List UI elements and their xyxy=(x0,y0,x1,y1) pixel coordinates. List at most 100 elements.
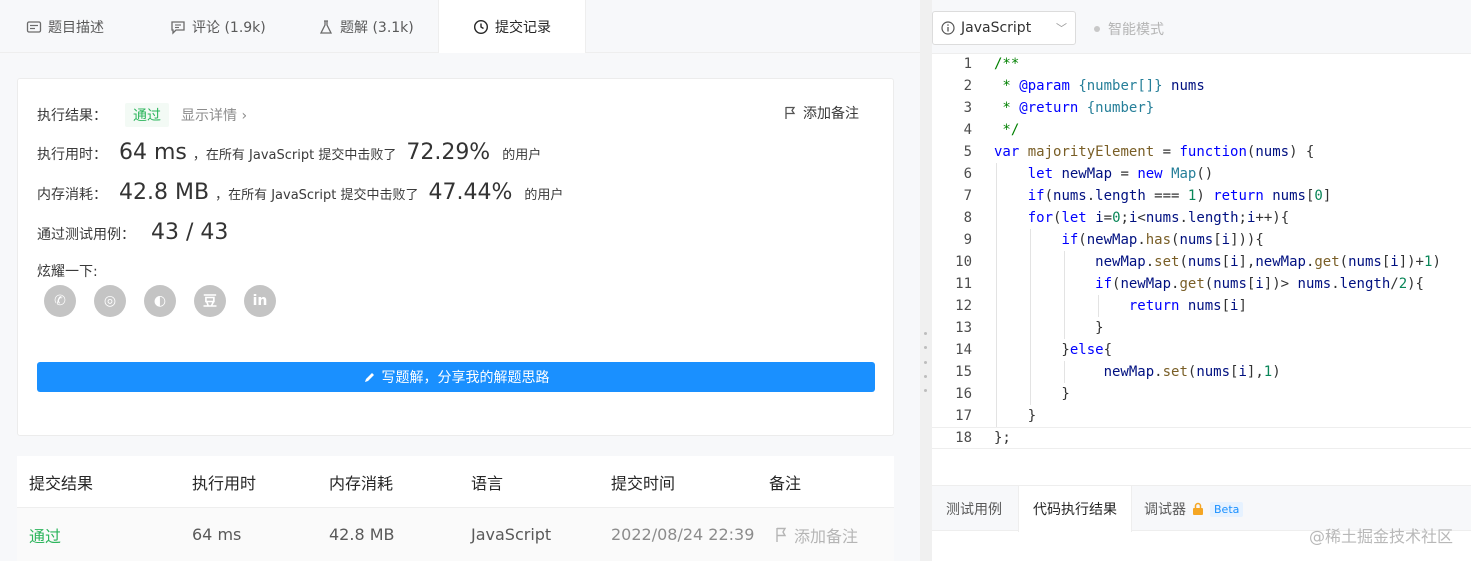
tab-description-label: 题目描述 xyxy=(48,19,104,36)
runtime-suffix: 的用户 xyxy=(502,148,542,163)
tab-solutions-label: 题解 (3.1k) xyxy=(340,19,414,36)
code-line: 16 } xyxy=(932,383,1471,405)
header-language: 语言 xyxy=(471,473,504,493)
add-note-button[interactable]: 添加备注 xyxy=(784,103,859,123)
code-editor[interactable]: 1/** 2 * @param {number[]} nums 3 * @ret… xyxy=(932,53,1471,463)
table-row[interactable]: 通过 64 ms 42.8 MB JavaScript 2022/08/24 2… xyxy=(17,508,894,561)
chevron-down-icon: ﹀ xyxy=(1056,22,1067,35)
status-badge: 通过 xyxy=(125,103,169,127)
tab-comments-label: 评论 (1.9k) xyxy=(192,19,266,36)
header-runtime: 执行用时 xyxy=(192,473,257,493)
header-note: 备注 xyxy=(769,473,802,493)
status-row: 执行结果： 通过 显示详情 › xyxy=(37,103,247,127)
qq-icon[interactable]: ◐ xyxy=(144,285,176,317)
row-memory: 42.8 MB xyxy=(329,525,395,544)
watermark: @稀土掘金技术社区 xyxy=(1308,527,1453,546)
tab-run-result-label: 代码执行结果 xyxy=(1033,502,1117,518)
wechat-icon[interactable]: ✆ xyxy=(44,285,76,317)
memory-text: ，在所有 JavaScript 提交中击败了 xyxy=(215,188,419,203)
left-panel: 题目描述 评论 (1.9k) 题解 (3.1k) 提交记录 执行结果： 通过 显… xyxy=(0,0,920,561)
memory-row: 内存消耗： 42.8 MB ，在所有 JavaScript 提交中击败了 47.… xyxy=(37,180,563,205)
table-header: 提交结果 执行用时 内存消耗 语言 提交时间 备注 xyxy=(17,456,894,508)
comment-icon xyxy=(171,20,185,35)
runtime-label: 执行用时： xyxy=(37,147,107,163)
editor-panel: JavaScript ﹀ 智能模式 1/** 2 * @param {numbe… xyxy=(932,0,1471,561)
description-icon xyxy=(26,20,42,33)
header-result: 提交结果 xyxy=(29,473,94,493)
code-line: 4 */ xyxy=(963,122,1020,138)
write-solution-button[interactable]: 写题解，分享我的解题思路 xyxy=(37,362,875,392)
code-line: 11 if(newMap.get(nums[i])> nums.length/2… xyxy=(932,273,1471,295)
testcases-value: 43 / 43 xyxy=(151,220,229,245)
code-line: 6 let newMap = new Map() xyxy=(932,163,1471,185)
write-solution-label: 写题解，分享我的解题思路 xyxy=(381,370,550,386)
lock-icon xyxy=(1193,502,1203,515)
testcases-row: 通过测试用例： 43 / 43 xyxy=(37,220,228,245)
runtime-row: 执行用时： 64 ms ，在所有 JavaScript 提交中击败了 72.29… xyxy=(37,140,541,165)
code-line: 17 } xyxy=(932,405,1471,427)
runtime-value: 64 ms xyxy=(119,140,187,165)
memory-label: 内存消耗： xyxy=(37,187,107,203)
submission-table: 提交结果 执行用时 内存消耗 语言 提交时间 备注 通过 64 ms 42.8 … xyxy=(17,456,894,561)
social-share-list: ✆ ◎ ◐ 豆 in xyxy=(44,285,276,317)
drag-handle-icon xyxy=(924,332,927,392)
row-result-link[interactable]: 通过 xyxy=(29,508,61,561)
info-icon xyxy=(941,21,955,35)
language-select[interactable]: JavaScript ﹀ xyxy=(932,11,1076,45)
code-line: 13 } xyxy=(932,317,1471,339)
status-dot-icon xyxy=(1094,26,1100,32)
memory-suffix: 的用户 xyxy=(524,188,564,203)
tab-test-cases[interactable]: 测试用例 xyxy=(946,486,1002,532)
runtime-text: ，在所有 JavaScript 提交中击败了 xyxy=(192,148,397,163)
testcases-label: 通过测试用例： xyxy=(37,227,135,243)
code-line: 2 * @param {number[]} nums xyxy=(963,78,1205,94)
header-memory: 内存消耗 xyxy=(329,473,394,493)
language-value: JavaScript xyxy=(961,20,1032,36)
tab-submissions[interactable]: 提交记录 xyxy=(438,0,586,53)
flag-icon xyxy=(776,527,787,542)
editor-toolbar: JavaScript ﹀ 智能模式 xyxy=(932,0,1471,54)
row-runtime: 64 ms xyxy=(192,525,242,544)
share-row: 炫耀一下: xyxy=(37,261,98,281)
tab-test-cases-label: 测试用例 xyxy=(946,502,1002,518)
panel-splitter[interactable] xyxy=(920,0,932,561)
tab-debugger[interactable]: 调试器 Beta xyxy=(1144,486,1244,532)
code-line: 12 return nums[i] xyxy=(932,295,1471,317)
memory-value: 42.8 MB xyxy=(119,180,210,205)
flask-icon xyxy=(319,19,333,34)
problem-tabs: 题目描述 评论 (1.9k) 题解 (3.1k) 提交记录 xyxy=(0,0,920,53)
code-line: 18}; xyxy=(932,427,1471,449)
code-line: 14 }else{ xyxy=(932,339,1471,361)
clock-icon xyxy=(473,19,489,34)
share-label: 炫耀一下: xyxy=(37,264,98,280)
code-line: 8 for(let i=0;i<nums.length;i++){ xyxy=(932,207,1471,229)
code-line: 3 * @return {number} xyxy=(963,100,1155,116)
weibo-icon[interactable]: ◎ xyxy=(94,285,126,317)
row-language: JavaScript xyxy=(471,525,552,544)
beta-badge: Beta xyxy=(1210,501,1244,517)
memory-percent: 47.44% xyxy=(428,180,513,205)
pencil-icon xyxy=(364,372,374,382)
code-line: 1/** xyxy=(963,56,1020,72)
tab-debugger-label: 调试器 xyxy=(1144,502,1186,518)
smart-mode-toggle[interactable]: 智能模式 xyxy=(1094,19,1164,39)
flag-icon xyxy=(785,106,796,119)
tab-run-result[interactable]: 代码执行结果 xyxy=(1018,486,1132,532)
code-line: 9 if(newMap.has(nums[i])){ xyxy=(932,229,1471,251)
status-label: 执行结果： xyxy=(37,108,107,124)
tab-description[interactable]: 题目描述 xyxy=(26,0,104,53)
code-line: 10 newMap.set(nums[i],newMap.get(nums[i]… xyxy=(932,251,1471,273)
douban-icon[interactable]: 豆 xyxy=(194,285,226,317)
add-note-label: 添加备注 xyxy=(803,106,859,122)
header-submit-time: 提交时间 xyxy=(611,473,676,493)
linkedin-icon[interactable]: in xyxy=(244,285,276,317)
tab-solutions[interactable]: 题解 (3.1k) xyxy=(318,0,414,53)
tab-comments[interactable]: 评论 (1.9k) xyxy=(170,0,266,53)
row-add-note-label: 添加备注 xyxy=(794,526,859,546)
smart-mode-label: 智能模式 xyxy=(1108,22,1164,38)
result-card: 执行结果： 通过 显示详情 › 添加备注 执行用时： 64 ms ，在所有 Ja… xyxy=(17,78,894,436)
show-details-link[interactable]: 显示详情 › xyxy=(181,105,247,125)
row-submit-time: 2022/08/24 22:39 xyxy=(611,525,755,544)
runtime-percent: 72.29% xyxy=(406,140,491,165)
row-add-note-button[interactable]: 添加备注 xyxy=(775,508,858,561)
